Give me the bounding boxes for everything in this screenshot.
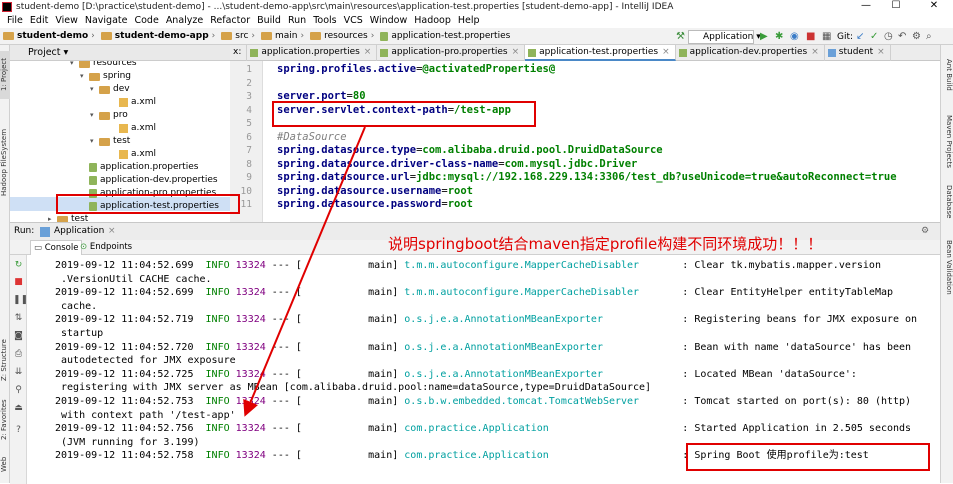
annotation-text: 说明springboot结合maven指定profile构建不同环境成功！！！	[388, 235, 823, 253]
